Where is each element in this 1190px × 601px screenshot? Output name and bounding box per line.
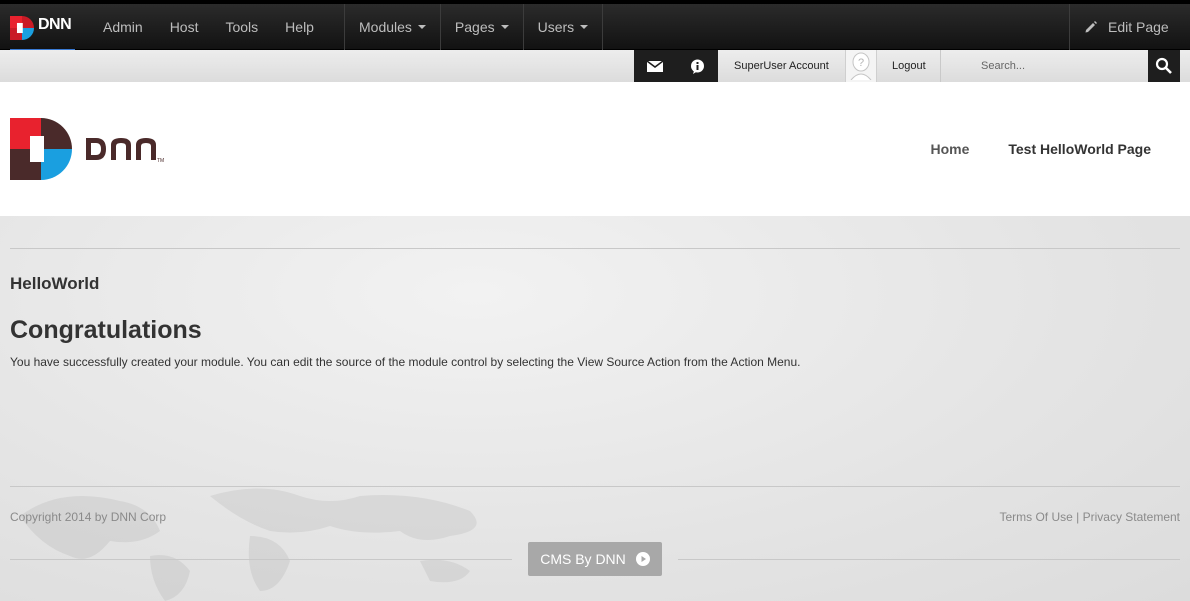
pages-dropdown[interactable]: Pages xyxy=(439,4,523,50)
module-message: You have successfully created your modul… xyxy=(10,355,801,369)
edit-page-button[interactable]: Edit Page xyxy=(1069,4,1190,50)
divider xyxy=(940,50,941,82)
module-title: HelloWorld xyxy=(10,274,100,293)
users-dropdown-label: Users xyxy=(537,19,575,35)
copyright-text: Copyright 2014 by DNN Corp xyxy=(10,510,167,524)
page-content: HelloWorld Congratulations You have succ… xyxy=(0,216,1190,601)
control-bar: DNN Admin Host Tools Help Modules Pages … xyxy=(0,0,1190,52)
dnn-logo-mark-icon xyxy=(10,16,34,40)
site-header: TM Home Test HelloWorld Page xyxy=(0,82,1190,216)
edit-page-label: Edit Page xyxy=(1108,19,1169,35)
divider xyxy=(10,559,512,560)
caret-down-icon xyxy=(500,25,509,29)
divider xyxy=(10,486,1180,487)
modules-dropdown[interactable]: Modules xyxy=(344,4,440,50)
notifications-button[interactable] xyxy=(676,50,718,82)
notification-icons xyxy=(634,50,718,82)
menu-host[interactable]: Host xyxy=(170,19,199,35)
site-logo[interactable]: TM xyxy=(10,118,180,185)
modules-dropdown-label: Modules xyxy=(359,19,412,35)
menu-help[interactable]: Help xyxy=(285,19,314,35)
link-separator: | xyxy=(1076,510,1080,524)
user-strip: SuperUser Account ? Logout xyxy=(0,50,1190,82)
info-bubble-icon xyxy=(690,59,704,74)
nav-test-helloworld-page[interactable]: Test HelloWorld Page xyxy=(1008,141,1151,157)
avatar[interactable]: ? xyxy=(845,50,877,82)
search-button[interactable] xyxy=(1148,50,1180,82)
search-icon xyxy=(1155,57,1172,74)
pages-dropdown-label: Pages xyxy=(454,19,495,35)
users-dropdown[interactable]: Users xyxy=(522,4,604,50)
svg-text:?: ? xyxy=(858,57,864,69)
control-bar-menu: Admin Host Tools Help xyxy=(103,4,341,50)
user-account-link[interactable]: SuperUser Account xyxy=(734,50,829,82)
cms-by-dnn-label: CMS By DNN xyxy=(540,551,626,567)
nav-home[interactable]: Home xyxy=(930,141,969,157)
caret-down-icon xyxy=(417,25,426,29)
page-heading: Congratulations xyxy=(10,316,202,344)
envelope-icon xyxy=(647,60,663,72)
search-input[interactable] xyxy=(973,53,1145,79)
messages-button[interactable] xyxy=(634,50,676,82)
logout-link[interactable]: Logout xyxy=(892,50,926,82)
divider xyxy=(10,248,1180,249)
control-bar-dropdowns: Modules Pages Users xyxy=(344,4,604,50)
play-circle-icon xyxy=(635,552,650,566)
privacy-statement-link[interactable]: Privacy Statement xyxy=(1083,510,1180,524)
pencil-icon xyxy=(1085,21,1097,33)
terms-of-use-link[interactable]: Terms Of Use xyxy=(999,510,1072,524)
user-avatar-icon: ? xyxy=(850,52,872,80)
world-map-background xyxy=(20,488,477,601)
cms-by-dnn-button[interactable]: CMS By DNN xyxy=(528,542,662,576)
dnn-logo-button[interactable]: DNN xyxy=(10,8,75,52)
menu-tools[interactable]: Tools xyxy=(225,19,258,35)
caret-down-icon xyxy=(580,25,589,29)
main-nav: Home Test HelloWorld Page xyxy=(930,82,1190,216)
footer-links: Terms Of Use | Privacy Statement xyxy=(999,510,1180,524)
dnn-logo-icon: TM xyxy=(10,118,164,180)
menu-admin[interactable]: Admin xyxy=(103,19,143,35)
dnn-logo-wordmark: DNN xyxy=(38,16,72,33)
svg-text:TM: TM xyxy=(157,158,164,164)
divider xyxy=(678,559,1180,560)
